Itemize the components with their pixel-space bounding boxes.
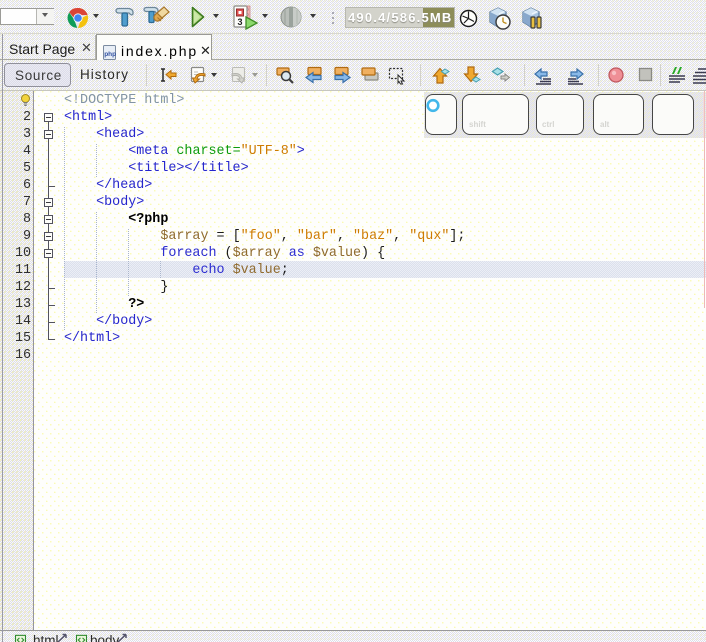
svg-text:php: php: [104, 51, 116, 58]
svg-text:3: 3: [238, 17, 243, 27]
